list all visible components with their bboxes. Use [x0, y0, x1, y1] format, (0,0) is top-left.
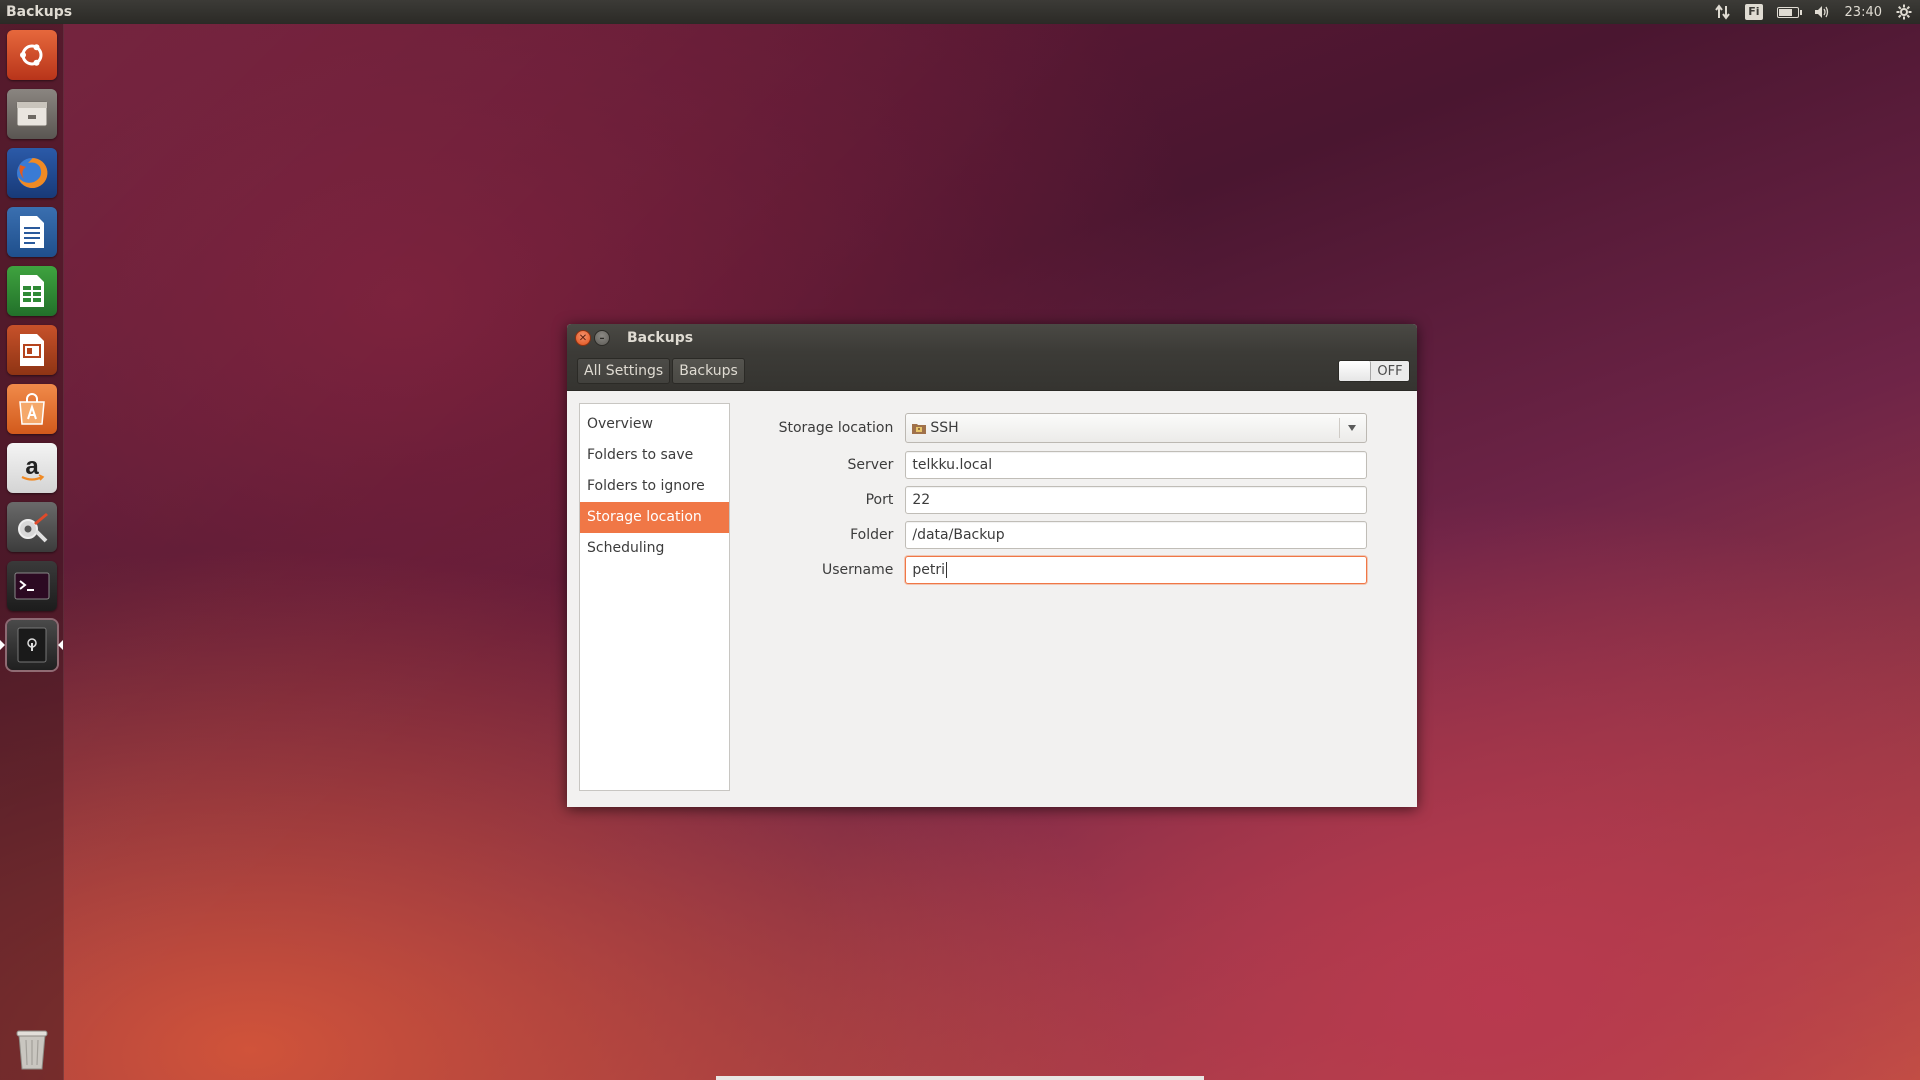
port-input[interactable]: 22	[905, 486, 1367, 514]
storage-location-value: SSH	[930, 420, 959, 436]
libreoffice-writer-icon[interactable]	[7, 207, 57, 257]
trash-icon[interactable]	[7, 1024, 57, 1074]
storage-location-label: Storage location	[778, 420, 894, 436]
sidebar-item-folders-to-ignore[interactable]: Folders to ignore	[580, 471, 729, 502]
terminal-icon[interactable]	[7, 561, 57, 611]
breadcrumb-all-settings[interactable]: All Settings	[577, 358, 671, 384]
window-titlebar[interactable]: ✕ – Backups	[567, 324, 1417, 352]
app-title: Backups	[6, 4, 73, 20]
launcher: a	[0, 24, 64, 1080]
focused-indicator	[58, 640, 63, 650]
settings-sidebar: Overview Folders to save Folders to igno…	[579, 403, 730, 791]
sidebar-item-scheduling[interactable]: Scheduling	[580, 533, 729, 564]
storage-location-row: Storage location SSH	[747, 413, 1367, 443]
chevron-down-icon[interactable]	[1348, 425, 1356, 431]
backup-enable-switch[interactable]: OFF	[1338, 360, 1410, 382]
files-icon[interactable]	[7, 89, 57, 139]
folder-label: Folder	[850, 527, 894, 543]
backups-window: ✕ – Backups All Settings Backups OFF Ove…	[567, 324, 1417, 807]
close-icon[interactable]: ✕	[575, 330, 591, 346]
window-toolbar: All Settings Backups OFF	[567, 352, 1417, 391]
volume-icon[interactable]	[1813, 3, 1831, 21]
port-label: Port	[865, 492, 894, 508]
port-row: Port 22	[747, 485, 1367, 515]
software-center-icon[interactable]	[7, 384, 57, 434]
folder-icon	[912, 422, 927, 434]
username-row: Username petri	[747, 555, 1367, 585]
ubuntu-dash-icon[interactable]	[7, 30, 57, 80]
dropdown-separator	[1339, 418, 1340, 438]
switch-state-label: OFF	[1377, 363, 1403, 379]
backups-icon[interactable]	[7, 620, 57, 670]
text-caret	[946, 562, 948, 578]
running-indicator	[0, 640, 5, 650]
sidebar-item-folders-to-save[interactable]: Folders to save	[580, 440, 729, 471]
minimize-icon[interactable]: –	[594, 330, 610, 346]
network-icon[interactable]	[1715, 3, 1731, 21]
folder-input[interactable]: /data/Backup	[905, 521, 1367, 549]
keyboard-layout-indicator[interactable]: Fi	[1745, 4, 1763, 20]
gear-icon[interactable]	[1896, 3, 1912, 21]
username-value: petri	[912, 562, 946, 578]
bottom-strip	[716, 1076, 1204, 1080]
sidebar-item-storage-location[interactable]: Storage location	[580, 502, 729, 533]
libreoffice-calc-icon[interactable]	[7, 266, 57, 316]
server-input[interactable]: telkku.local	[905, 451, 1367, 479]
libreoffice-impress-icon[interactable]	[7, 325, 57, 375]
server-label: Server	[847, 457, 894, 473]
window-title: Backups	[627, 330, 694, 346]
folder-row: Folder /data/Backup	[747, 520, 1367, 550]
server-row: Server telkku.local	[747, 450, 1367, 480]
username-label: Username	[822, 562, 894, 578]
switch-knob[interactable]	[1339, 361, 1371, 381]
battery-icon[interactable]	[1776, 3, 1802, 21]
indicator-area: Fi 23:40	[1715, 3, 1920, 21]
svg-text:a: a	[25, 453, 39, 480]
firefox-icon[interactable]	[7, 148, 57, 198]
top-panel: Backups Fi 23:40	[0, 0, 1920, 24]
breadcrumb-backups[interactable]: Backups	[672, 358, 745, 384]
username-input[interactable]: petri	[905, 556, 1367, 584]
system-settings-icon[interactable]	[7, 502, 57, 552]
storage-location-dropdown[interactable]: SSH	[905, 413, 1367, 443]
clock[interactable]: 23:40	[1845, 3, 1882, 21]
window-content: Overview Folders to save Folders to igno…	[567, 391, 1417, 807]
amazon-icon[interactable]: a	[7, 443, 57, 493]
sidebar-item-overview[interactable]: Overview	[580, 409, 729, 440]
